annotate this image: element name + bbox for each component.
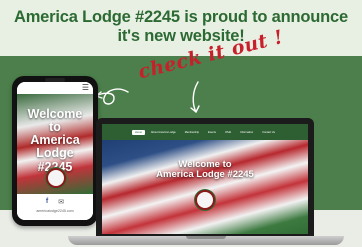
nav-item-contact[interactable]: Contact Us [259, 130, 278, 135]
laptop-hero-title: Welcome to America Lodge #2245 [102, 159, 308, 181]
nav-item-information[interactable]: Information [237, 130, 256, 135]
mail-icon[interactable]: ✉ [58, 198, 64, 206]
phone-screen: ☰ Welcome to America Lodge #2245 f ✉ ame… [17, 82, 93, 220]
laptop-screen: Home About America Lodge Membership Even… [102, 124, 308, 234]
nav-item-membership[interactable]: Membership [182, 130, 202, 135]
laptop-base-notch [186, 236, 226, 239]
phone-mockup: ☰ Welcome to America Lodge #2245 f ✉ ame… [12, 76, 98, 226]
nav-item-about[interactable]: About America Lodge [148, 130, 179, 135]
laptop-base [68, 236, 344, 245]
arrow-to-laptop-icon [192, 81, 199, 113]
nav-item-events[interactable]: Events [205, 130, 219, 135]
laptop-title-line-2: America Lodge #2245 [156, 169, 254, 181]
phone-site-header: ☰ [17, 82, 93, 94]
site-nav-bar: Home About America Lodge Membership Even… [102, 124, 308, 140]
phone-footer-url[interactable]: americalodge2245.com [17, 209, 93, 213]
nav-item-home[interactable]: Home [132, 129, 145, 135]
lodge-emblem-icon [195, 190, 215, 210]
phone-notch [45, 78, 65, 82]
facebook-icon[interactable]: f [46, 198, 48, 206]
phone-title-line: Lodge [36, 146, 74, 161]
hamburger-menu-icon[interactable]: ☰ [82, 82, 93, 94]
phone-hero-title: Welcome to America Lodge #2245 [17, 107, 93, 174]
nav-item-osia[interactable]: OSIA [222, 130, 234, 135]
laptop-hero-banner: Welcome to America Lodge #2245 [102, 140, 308, 234]
phone-hero-banner: Welcome to America Lodge #2245 [17, 94, 93, 194]
promo-board: America Lodge #2245 is proud to announce… [0, 0, 362, 247]
phone-footer: f ✉ americalodge2245.com [17, 194, 93, 220]
laptop-mockup: Home About America Lodge Membership Even… [96, 118, 314, 236]
lodge-emblem-icon [46, 168, 66, 188]
